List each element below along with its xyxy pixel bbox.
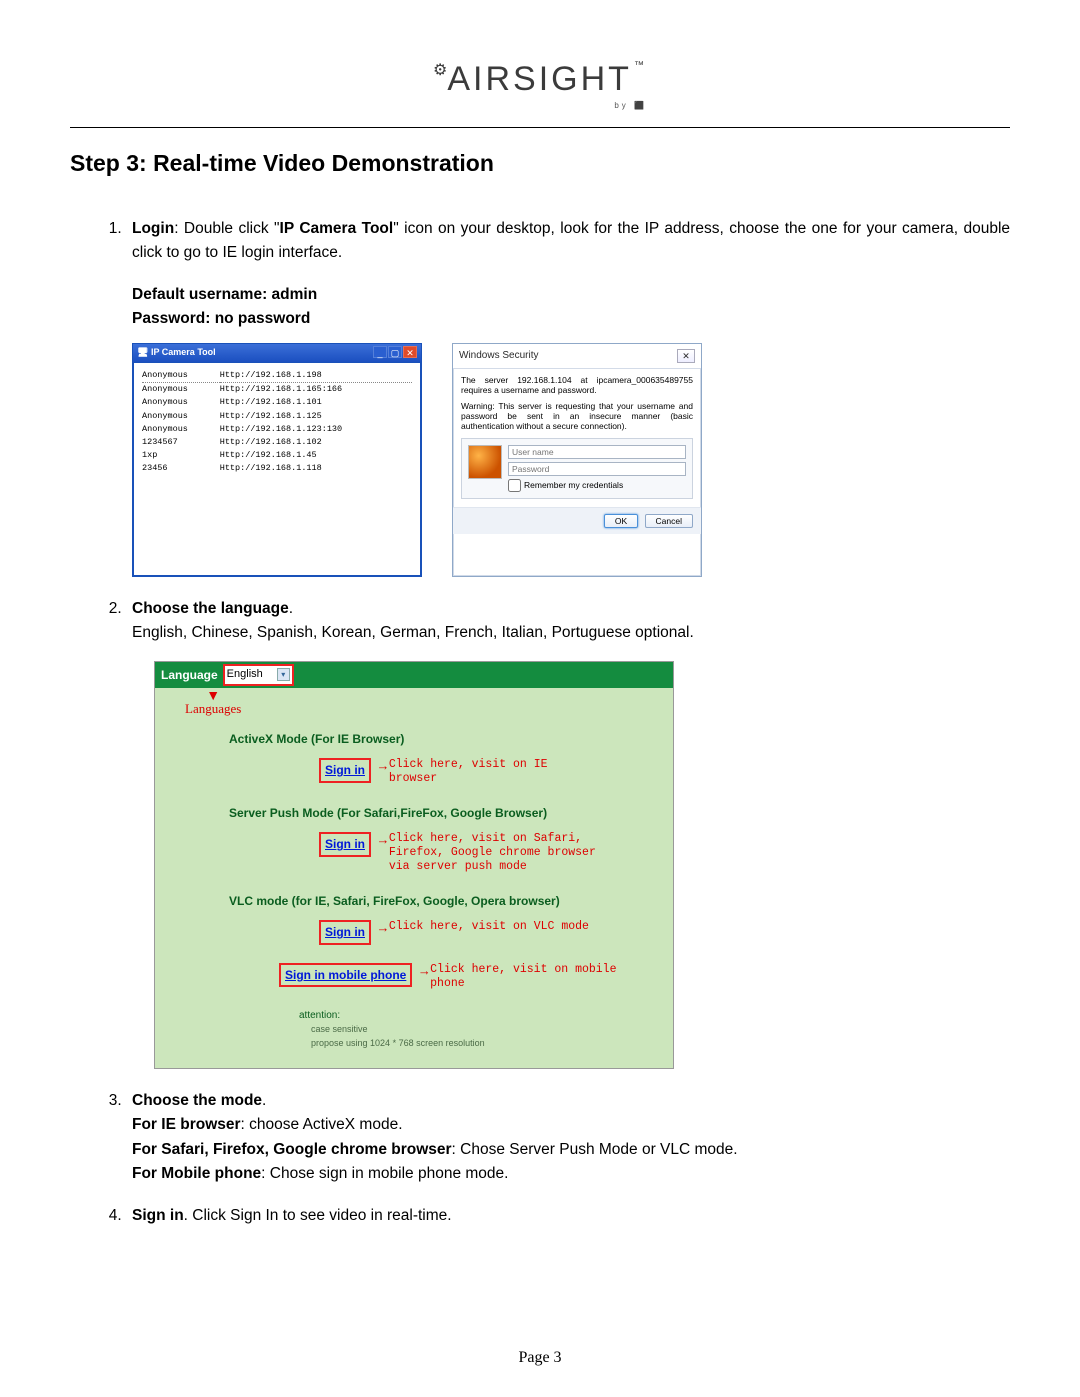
default-username: Default username: admin xyxy=(132,283,1010,307)
default-password: Password: no password xyxy=(132,307,1010,331)
language-label: Language xyxy=(161,666,218,685)
signin-mobile-link[interactable]: Sign in mobile phone xyxy=(279,963,412,988)
camera-list: AnonymousHttp://192.168.1.198 AnonymousH… xyxy=(142,369,412,475)
avatar xyxy=(468,445,502,479)
brand-logo: ⚙AIRSIGHT™ by ⬛ xyxy=(70,60,1010,113)
password-field[interactable] xyxy=(508,462,686,476)
username-field[interactable] xyxy=(508,445,686,459)
language-select[interactable]: English ▾ xyxy=(224,665,293,684)
signin-activex-link[interactable]: Sign in xyxy=(319,758,371,783)
signin-vlc-link[interactable]: Sign in xyxy=(319,920,371,945)
annotation-vlc: →Click here, visit on VLC mode xyxy=(379,920,589,937)
list-item[interactable]: Anonymous xyxy=(142,383,220,397)
remember-checkbox[interactable]: Remember my credentials xyxy=(508,479,686,492)
minimize-icon[interactable]: _ xyxy=(373,346,387,358)
chevron-down-icon: ▾ xyxy=(277,668,290,681)
app-icon: 🖥 xyxy=(137,347,148,357)
dialog-message: The server 192.168.1.104 at ipcamera_000… xyxy=(461,375,693,395)
list-item[interactable]: Anonymous xyxy=(142,396,220,409)
window-title: IP Camera Tool xyxy=(151,347,216,357)
mode-vlc-title: VLC mode (for IE, Safari, FireFox, Googl… xyxy=(229,892,659,911)
close-icon[interactable]: ✕ xyxy=(403,346,417,358)
page-footer: Page 3 xyxy=(0,1349,1080,1367)
dialog-title: Windows Security xyxy=(459,348,538,364)
attention-block: attention: case sensitive propose using … xyxy=(299,1008,659,1050)
windows-security-dialog: Windows Security ✕ The server 192.168.1.… xyxy=(452,343,702,577)
mode-push-title: Server Push Mode (For Safari,FireFox, Go… xyxy=(229,804,659,823)
dialog-warning: Warning: This server is requesting that … xyxy=(461,401,693,432)
ip-camera-tool-window: 🖥 IP Camera Tool _▢✕ AnonymousHttp://192… xyxy=(132,343,422,577)
ok-button[interactable]: OK xyxy=(604,514,638,528)
list-item[interactable]: 1xp xyxy=(142,449,220,462)
divider xyxy=(70,127,1010,128)
step-login: Login: Double click "IP Camera Tool" ico… xyxy=(126,217,1010,577)
cancel-button[interactable]: Cancel xyxy=(645,514,693,528)
signin-push-link[interactable]: Sign in xyxy=(319,832,371,857)
list-item[interactable]: 23456 xyxy=(142,462,220,475)
annotation-languages: ▼ Languages xyxy=(185,694,241,720)
annotation-push: →Click here, visit on Safari, Firefox, G… xyxy=(379,832,599,873)
brand-name: AIRSIGHT xyxy=(447,60,632,98)
maximize-icon[interactable]: ▢ xyxy=(388,346,402,358)
step-choose-mode: Choose the mode. For IE browser: choose … xyxy=(126,1089,1010,1185)
login-mode-panel: Language English ▾ ▼ Languages ActiveX M… xyxy=(154,661,674,1069)
page-title: Step 3: Real-time Video Demonstration xyxy=(70,150,1010,177)
mode-activex-title: ActiveX Mode (For IE Browser) xyxy=(229,730,659,749)
list-item[interactable]: Anonymous xyxy=(142,410,220,423)
step-choose-language: Choose the language. English, Chinese, S… xyxy=(126,597,1010,1069)
list-item[interactable]: Anonymous xyxy=(142,369,220,383)
annotation-activex: →Click here, visit on IE browser xyxy=(379,758,599,786)
annotation-mobile: →Click here, visit on mobile phone xyxy=(420,963,640,991)
step-sign-in: Sign in. Click Sign In to see video in r… xyxy=(126,1204,1010,1228)
list-item[interactable]: 1234567 xyxy=(142,436,220,449)
close-icon[interactable]: ✕ xyxy=(677,349,695,363)
list-item[interactable]: Anonymous xyxy=(142,423,220,436)
